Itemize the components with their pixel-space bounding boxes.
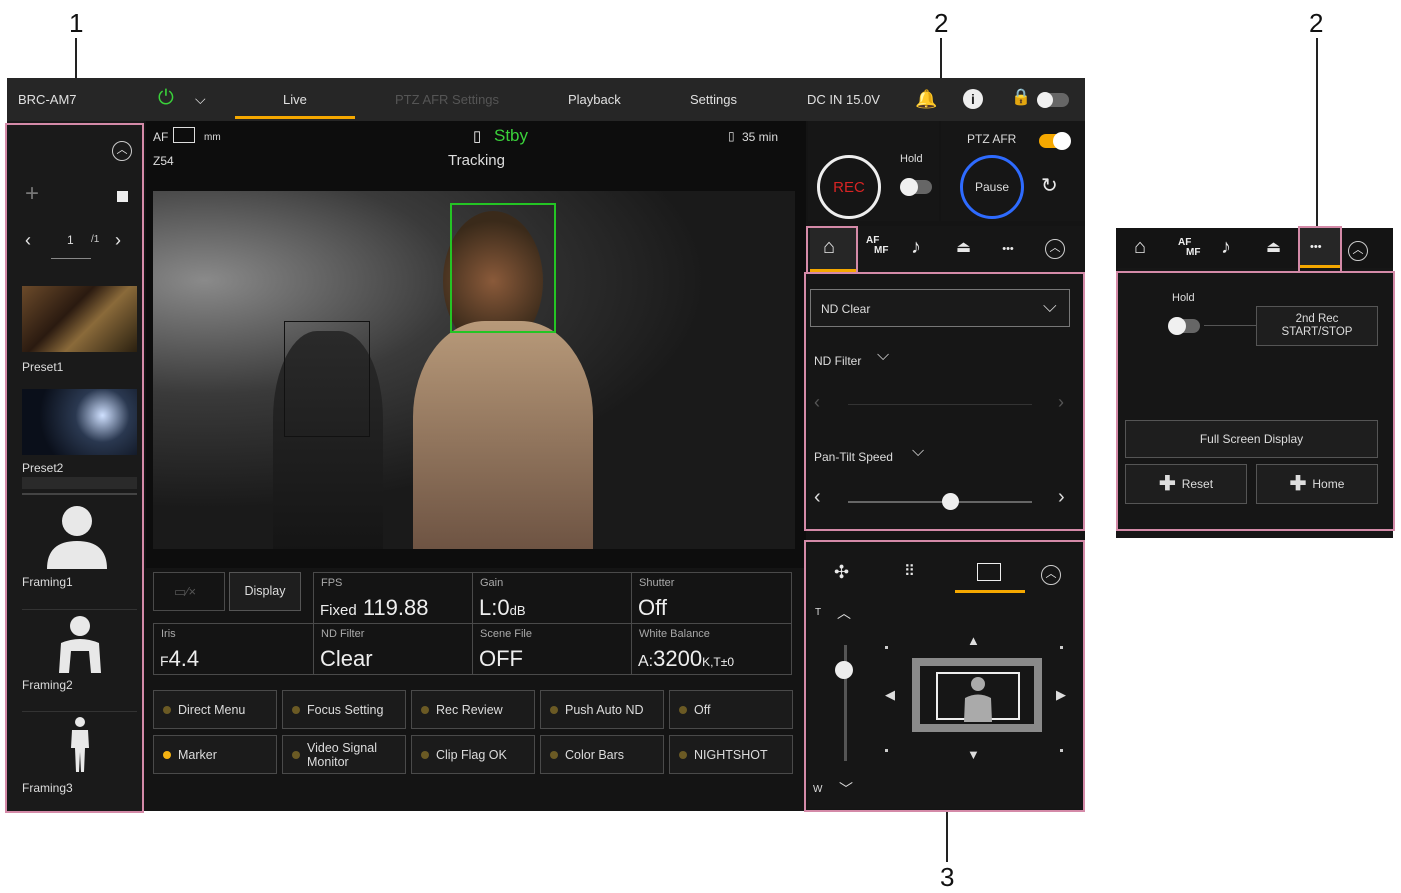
tab-live[interactable]: Live [283, 92, 307, 107]
rec-panel: REC Hold [808, 121, 939, 221]
assign-button-9[interactable]: Color Bars [540, 735, 664, 774]
hold-label: Hold [900, 153, 923, 165]
ptz-afr-toggle[interactable] [1039, 132, 1071, 150]
white-balance-value: 3200 [653, 646, 703, 671]
rec-status: Stby [494, 126, 529, 145]
zoom-position: Z54 [153, 154, 174, 168]
model-name: BRC-AM7 [18, 92, 77, 107]
more-icon[interactable]: ••• [996, 240, 1020, 258]
ptz-afr-label: PTZ AFR [967, 132, 1017, 146]
tab-ptz-afr-settings[interactable]: PTZ AFR Settings [395, 92, 499, 107]
display-button[interactable]: Display [229, 572, 301, 611]
sub-face-frame [284, 321, 370, 437]
assign-button-8[interactable]: Clip Flag OK [411, 735, 535, 774]
scene-file-value: OFF [479, 646, 523, 671]
collapse-tabs-icon[interactable]: ︿ [1045, 239, 1065, 259]
power-icon[interactable]: ⏻ [158, 88, 174, 108]
assign-button-3[interactable]: Rec Review [411, 690, 535, 729]
callout-3: 3 [940, 862, 955, 892]
media-small-icon: ▯ [728, 129, 735, 143]
tab-settings[interactable]: Settings [690, 92, 737, 107]
gain-value: L:0 [479, 595, 510, 620]
camera-off-icon: ▭⁄× [174, 584, 197, 599]
bell-icon[interactable]: 🔔 [915, 90, 937, 108]
lock-toggle[interactable] [1037, 92, 1069, 108]
assign-button-7[interactable]: Video Signal Monitor [282, 735, 406, 774]
iris-value: 4.4 [168, 646, 200, 671]
assign-button-5[interactable]: Off [669, 690, 793, 729]
media-icon: ▯ [473, 128, 482, 145]
af-indicator: AF [153, 130, 169, 144]
power-supply-status: DC IN 15.0V [807, 92, 880, 107]
media-eject-icon[interactable]: ⏏ [956, 239, 971, 257]
fps-value: 119.88 [362, 595, 429, 620]
assign-button-6[interactable]: Marker [153, 735, 277, 774]
highlight-2b-tab [1298, 226, 1342, 273]
callout-2a: 2 [934, 8, 949, 38]
tracking-face-frame [450, 203, 556, 333]
more-tabs: ⌂ AF MF ♪ ⏏ ••• ︿ [1116, 228, 1393, 268]
home-icon[interactable]: ⌂ [1134, 237, 1146, 257]
assign-button-4[interactable]: Push Auto ND [540, 690, 664, 729]
nd-filter-value: Clear [320, 646, 373, 671]
tab-af-mf[interactable]: AF MF [1178, 238, 1204, 266]
chevron-down-icon[interactable]: ⌵ [195, 90, 206, 108]
remaining-time: 35 min [742, 130, 779, 144]
assign-button-1[interactable]: Direct Menu [153, 690, 277, 729]
focal-unit: mm [204, 132, 221, 143]
callout-2b: 2 [1309, 8, 1324, 38]
viewfinder: AF mm Z54 Stby ▯ Tracking ▯ 35 min [146, 121, 806, 576]
refresh-icon[interactable]: ↻ [1041, 176, 1058, 196]
rec-button[interactable]: REC [817, 155, 881, 219]
pause-button[interactable]: Pause [960, 155, 1024, 219]
hold-toggle[interactable] [900, 178, 932, 196]
highlight-2 [806, 226, 858, 274]
assign-button-10[interactable]: NIGHTSHOT [669, 735, 793, 774]
highlight-2b-panel [1116, 271, 1395, 531]
callout-1: 1 [69, 8, 84, 38]
lock-icon[interactable]: 🔒 [1011, 89, 1031, 107]
assign-button-2[interactable]: Focus Setting [282, 690, 406, 729]
tracking-mode: Tracking [448, 152, 505, 169]
collapse-tabs-icon[interactable]: ︿ [1348, 241, 1368, 261]
media-eject-icon[interactable]: ⏏ [1266, 239, 1281, 257]
audio-icon[interactable]: ♪ [911, 237, 921, 257]
highlight-3 [804, 540, 1085, 812]
shutter-value: Off [638, 595, 667, 620]
camera-image [153, 191, 795, 549]
audio-icon[interactable]: ♪ [1221, 237, 1231, 257]
highlight-2-panel [804, 272, 1085, 531]
status-grid: ▭⁄× Display FPS Fixed 119.88 Gain L:0dB Sh… [146, 568, 806, 678]
tab-af-mf[interactable]: AF MF [866, 236, 892, 264]
top-bar: BRC-AM7 ⏻ ⌵ Live PTZ AFR Settings Playba… [7, 78, 1085, 121]
highlight-1 [5, 123, 144, 813]
ptz-afr-panel: PTZ AFR Pause ↻ [941, 121, 1085, 221]
tab-playback[interactable]: Playback [568, 92, 621, 107]
info-icon[interactable]: i [963, 89, 983, 109]
face-detect-icon [173, 127, 195, 143]
